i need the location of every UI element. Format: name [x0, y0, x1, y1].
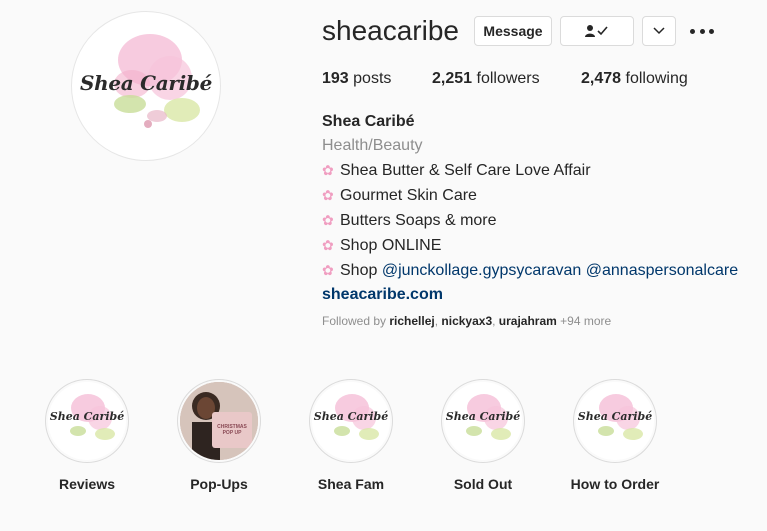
- follower-username: urajahram: [498, 314, 557, 328]
- bio-line-text: Shea Butter & Self Care Love Affair: [340, 162, 591, 179]
- story-highlight[interactable]: Shea Caribé Sold Out: [441, 379, 525, 492]
- followers-label: followers: [476, 70, 540, 87]
- profile-avatar[interactable]: Shea Caribé: [71, 11, 221, 161]
- highlight-ring: Shea Caribé: [45, 379, 129, 463]
- highlight-logo-text: Shea Caribé: [313, 410, 389, 423]
- story-highlight[interactable]: Shea Caribé Shea Fam: [309, 379, 393, 492]
- bio-line-text: Butters Soaps & more: [340, 212, 497, 229]
- highlight-logo-text: Shea Caribé: [577, 410, 653, 423]
- bio-line-text: Shop: [340, 262, 378, 279]
- cherry-blossom-icon: ✿: [322, 162, 334, 178]
- following-label: following: [625, 70, 688, 87]
- highlight-label: Pop-Ups: [190, 476, 248, 492]
- profile-header: sheacaribe: [322, 15, 479, 46]
- cherry-blossom-icon: ✿: [322, 262, 334, 278]
- highlight-cover: Shea Caribé: [312, 382, 390, 460]
- mention-link[interactable]: @junckollage.gypsycaravan: [382, 262, 581, 279]
- followed-by-more: +94 more: [560, 314, 612, 328]
- posts-stat: 193 posts: [322, 70, 391, 88]
- bio-line: ✿ Shop ONLINE: [322, 233, 762, 258]
- person-check-icon: [585, 25, 608, 37]
- followed-by-prefix: Followed by: [322, 314, 387, 328]
- highlight-ring: CHRISTMAS POP UP: [177, 379, 261, 463]
- highlight-cover: CHRISTMAS POP UP: [180, 382, 258, 460]
- mention-link[interactable]: @annaspersonalcare: [586, 262, 738, 279]
- highlight-label: How to Order: [570, 476, 660, 492]
- chevron-down-icon: [653, 27, 665, 35]
- highlight-ring: Shea Caribé: [573, 379, 657, 463]
- highlight-cover: Shea Caribé: [48, 382, 126, 460]
- highlight-cover: Shea Caribé: [444, 382, 522, 460]
- website-link[interactable]: sheacaribe.com: [322, 286, 443, 303]
- highlight-label: Sold Out: [453, 476, 513, 492]
- posts-label: posts: [353, 70, 392, 87]
- bio-line: ✿ Shop @junckollage.gypsycaravan @annaspe…: [322, 258, 762, 283]
- bio-line: ✿ Butters Soaps & more: [322, 208, 762, 233]
- story-highlight[interactable]: CHRISTMAS POP UP Pop-Ups: [177, 379, 261, 492]
- profile-full-name: Shea Caribé: [322, 113, 415, 130]
- followed-by[interactable]: Followed by richellej, nickyax3, urajahr…: [322, 314, 611, 328]
- following-stat[interactable]: 2,478 following: [581, 70, 688, 88]
- followers-stat[interactable]: 2,251 followers: [432, 70, 540, 88]
- following-button[interactable]: [560, 16, 634, 46]
- highlight-label: Reviews: [58, 476, 116, 492]
- message-button[interactable]: Message: [474, 16, 552, 46]
- cherry-blossom-icon: ✿: [322, 187, 334, 203]
- dot: [690, 28, 695, 34]
- profile-category: Health/Beauty: [322, 137, 423, 154]
- follower-username: richellej: [389, 314, 435, 328]
- highlight-ring: Shea Caribé: [309, 379, 393, 463]
- more-options-icon[interactable]: [690, 22, 714, 40]
- cherry-blossom-icon: ✿: [322, 212, 334, 228]
- avatar-logo-text: Shea Caribé: [79, 71, 213, 95]
- highlight-logo-text: Shea Caribé: [445, 410, 521, 423]
- bio-line-text: Shop ONLINE: [340, 237, 442, 254]
- follower-username: nickyax3: [441, 314, 493, 328]
- dot: [699, 28, 705, 34]
- bio-line-text: Gourmet Skin Care: [340, 187, 477, 204]
- highlight-label: Shea Fam: [317, 476, 385, 492]
- highlight-ring: Shea Caribé: [441, 379, 525, 463]
- highlight-card-text: CHRISTMAS POP UP: [217, 424, 247, 436]
- followers-count: 2,251: [432, 70, 473, 87]
- dot: [709, 28, 714, 34]
- bio-line: ✿ Gourmet Skin Care: [322, 183, 762, 208]
- profile-bio: Shea Caribé Health/Beauty ✿ Shea Butter &…: [322, 110, 762, 307]
- highlight-cover: Shea Caribé: [576, 382, 654, 460]
- story-highlight[interactable]: Shea Caribé How to Order: [571, 379, 659, 492]
- cherry-blossom-icon: ✿: [322, 237, 334, 253]
- highlight-logo-text: Shea Caribé: [49, 410, 125, 423]
- bio-line: ✿ Shea Butter & Self Care Love Affair: [322, 158, 762, 183]
- posts-count: 193: [322, 70, 349, 87]
- suggested-accounts-button[interactable]: [642, 16, 676, 46]
- profile-username: sheacaribe: [322, 15, 459, 46]
- story-highlight[interactable]: Shea Caribé Reviews: [45, 379, 129, 492]
- following-count: 2,478: [581, 70, 622, 87]
